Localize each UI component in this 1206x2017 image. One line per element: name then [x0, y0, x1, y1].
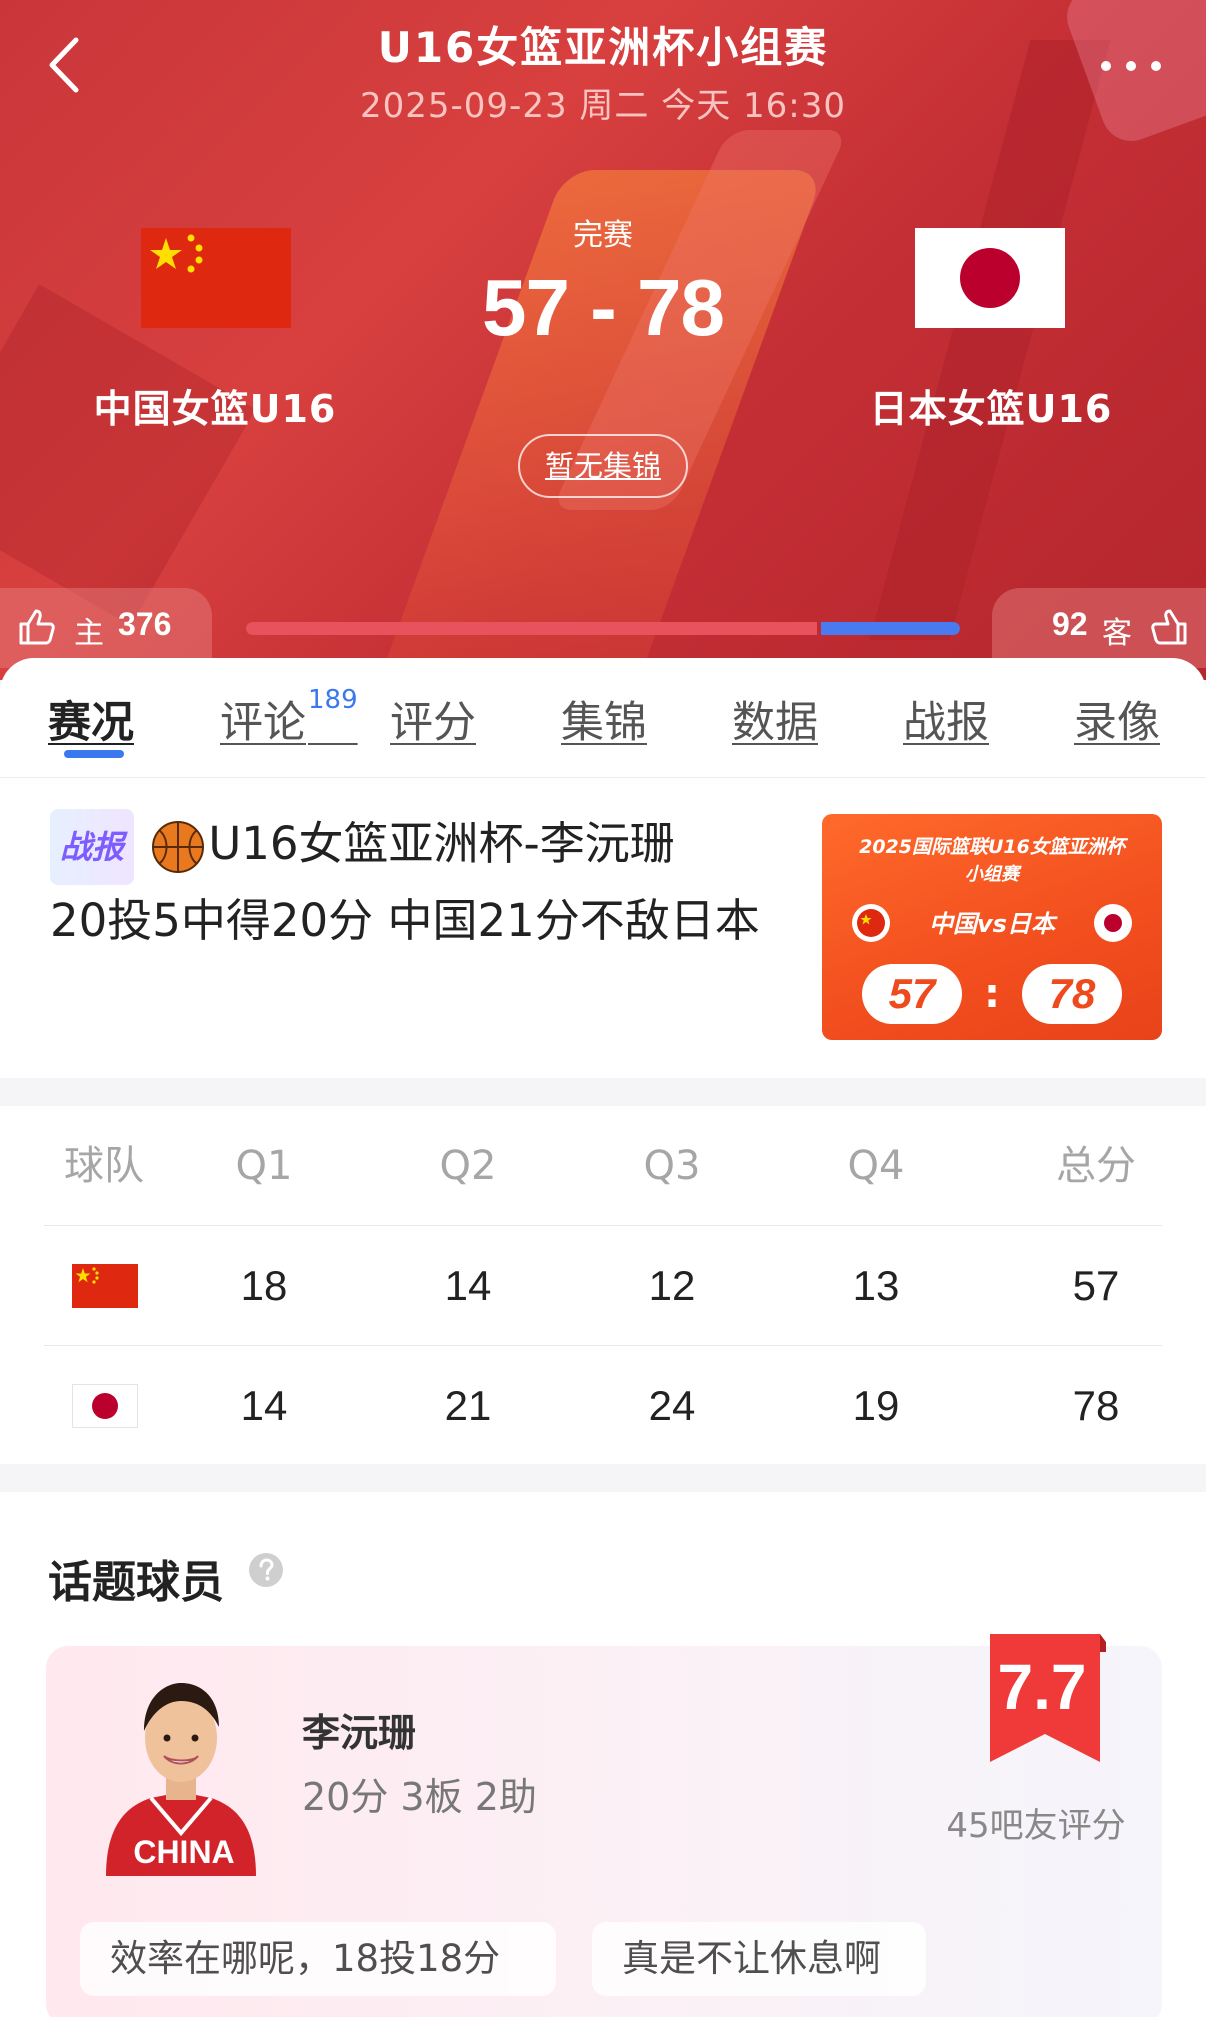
jersey-text-graphic: CHINA — [133, 1834, 234, 1870]
home-support-button[interactable]: 主 376 — [0, 588, 212, 668]
comment-chip[interactable]: 真是不让休息啊 — [592, 1922, 926, 1996]
player-card[interactable]: CHINA 李沅珊 20分 3板 2助 7.7 45吧友评分 效率在哪呢，18投… — [46, 1634, 1162, 2017]
comment-chip[interactable]: 效率在哪呢，18投18分 — [80, 1922, 556, 1996]
tab-stats[interactable]: 数据 — [732, 688, 818, 750]
game-report-card[interactable]: 战报 U16女篮亚洲杯-李沅珊 20投5中得20分 中国21分不敌日本 2025… — [0, 778, 1206, 1068]
match-status: 完赛 — [573, 218, 633, 253]
away-support-count: 92 — [1052, 606, 1088, 642]
player-rating: 7.7 — [997, 1651, 1087, 1723]
player-stats: 20分 3板 2助 — [302, 1775, 537, 1819]
home-support-count: 376 — [118, 606, 172, 642]
background-decoration — [869, 40, 1111, 640]
match-content-card: 赛况 评论189 评分 集锦 数据 战报 录像 战报 U16女篮亚洲杯-李沅珊 … — [0, 658, 1206, 1078]
help-icon[interactable] — [248, 1552, 284, 1588]
thumb-home-score: 57 — [862, 964, 962, 1024]
more-dots-icon — [1101, 61, 1161, 71]
china-flag-icon — [72, 1264, 138, 1308]
away-support-button[interactable]: 92 客 — [992, 588, 1206, 668]
tab-comments[interactable]: 评论189 — [220, 684, 358, 750]
active-tab-indicator — [64, 750, 124, 758]
rating-count: 45吧友评分 — [946, 1806, 1126, 1846]
thumbs-up-icon — [1151, 609, 1187, 645]
table-row: 18 14 12 13 57 — [44, 1226, 1162, 1346]
tab-bar: 赛况 评论189 评分 集锦 数据 战报 录像 — [0, 658, 1206, 778]
support-ratio-bar — [246, 622, 960, 635]
highlights-button[interactable]: 暂无集锦 — [518, 434, 688, 498]
quarter-score-table: 球队 Q1 Q2 Q3 Q4 总分 18 14 12 13 57 14 21 2… — [0, 1106, 1206, 1464]
comment-count-badge: 189 — [308, 684, 358, 715]
hot-players-section: 话题球员 CHINA 李沅珊 20分 3板 2助 7.7 45吧友评分 效率在哪… — [0, 1492, 1206, 2017]
home-support-fill — [246, 622, 817, 635]
away-support-fill — [821, 622, 960, 635]
table-row: 14 21 24 19 78 — [44, 1346, 1162, 1466]
page-title: U16女篮亚洲杯小组赛 — [377, 23, 829, 72]
china-flag-icon — [141, 228, 291, 328]
match-datetime: 2025-09-23 周二 今天 16:30 — [360, 86, 846, 126]
tab-replay[interactable]: 录像 — [1074, 688, 1160, 750]
background-decoration — [0, 284, 256, 626]
tab-game-status[interactable]: 赛况 — [48, 688, 134, 750]
table-header: 球队 Q1 Q2 Q3 Q4 总分 — [44, 1106, 1162, 1226]
match-score: 57 - 78 — [481, 263, 725, 352]
thumbs-up-icon — [19, 609, 55, 645]
basketball-icon — [152, 821, 205, 873]
report-thumbnail: 2025国际篮联U16女篮亚洲杯 小组赛 中国vs日本 57 : 78 — [822, 814, 1162, 1040]
tab-highlights[interactable]: 集锦 — [561, 688, 647, 750]
section-title: 话题球员 — [48, 1557, 224, 1608]
report-badge: 战报 — [50, 809, 135, 885]
report-title: 战报 U16女篮亚洲杯-李沅珊 20投5中得20分 中国21分不敌日本 — [50, 808, 790, 957]
tab-ratings[interactable]: 评分 — [390, 688, 476, 750]
more-button[interactable] — [1096, 46, 1166, 86]
player-name: 李沅珊 — [302, 1711, 417, 1755]
japan-flag-icon — [1094, 904, 1132, 942]
japan-flag-icon — [915, 228, 1065, 328]
home-label: 主 — [74, 616, 104, 651]
away-team-name[interactable]: 日本女篮U16 — [836, 378, 1146, 433]
japan-flag-icon — [72, 1384, 138, 1428]
home-team-name[interactable]: 中国女篮U16 — [60, 378, 370, 433]
tab-report[interactable]: 战报 — [903, 688, 989, 750]
thumb-away-score: 78 — [1022, 964, 1122, 1024]
away-label: 客 — [1102, 616, 1132, 651]
match-header: U16女篮亚洲杯小组赛 2025-09-23 周二 今天 16:30 中国女篮U… — [0, 0, 1206, 680]
svg-text:CHINA: CHINA — [133, 1834, 234, 1870]
